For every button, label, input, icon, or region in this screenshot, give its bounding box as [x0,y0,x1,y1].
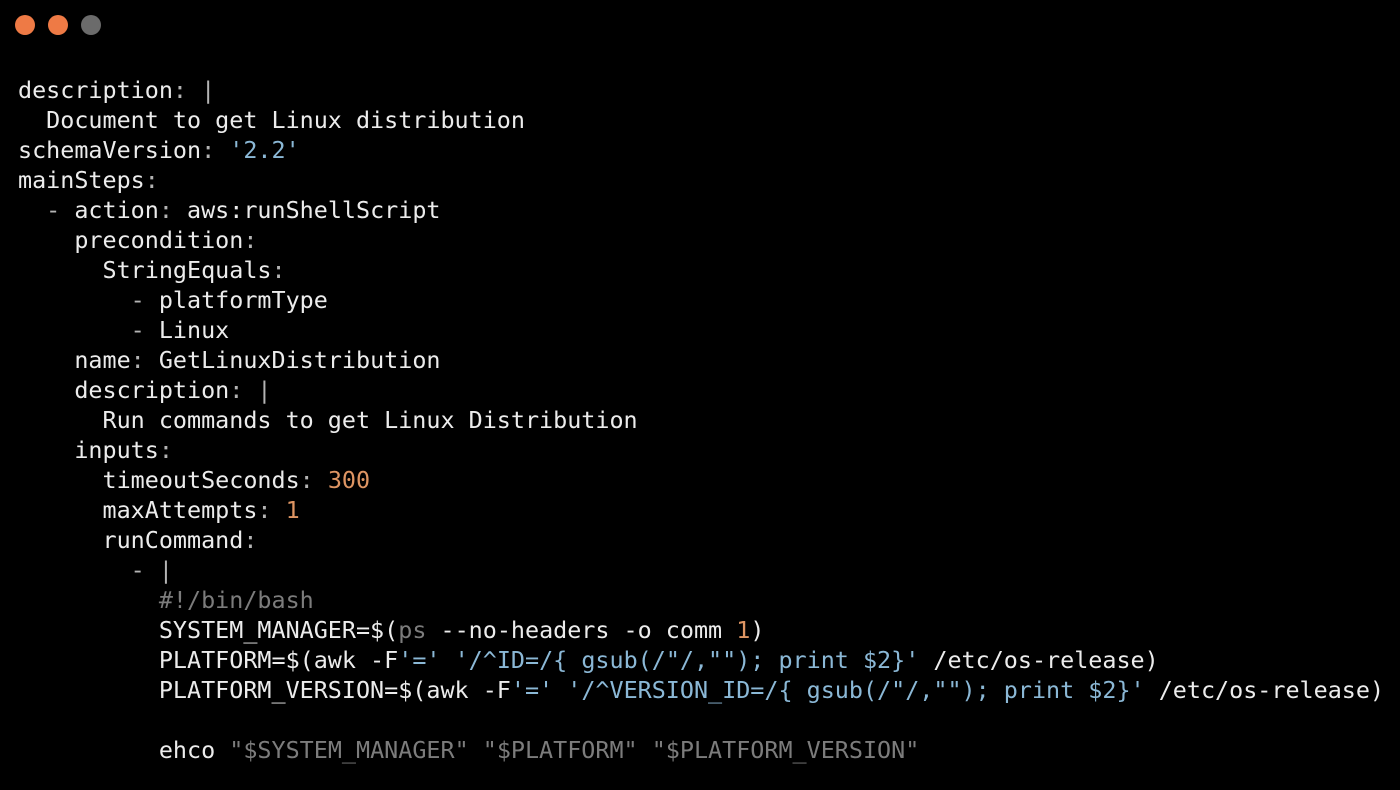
code-token: '2.2' [229,136,300,164]
code-token: '/^ID=/{ gsub(/"/,""); print $2}' [454,646,920,674]
code-token: mainSteps [18,166,145,194]
code-token: ehco [18,736,230,764]
code-token: schemaVersion [18,136,202,164]
code-token: ps [398,616,427,644]
minimize-button[interactable] [48,15,68,35]
close-button[interactable] [15,15,35,35]
code-token: SYSTEM_MANAGER=$( [18,616,399,644]
code-token: - [18,286,159,314]
title-bar [0,0,1400,50]
code-editor[interactable]: description: | Document to get Linux dis… [18,75,1384,765]
code-token: inputs [18,436,159,464]
code-token: description [18,76,173,104]
code-token: PLATFORM_VERSION=$(awk -F [18,676,511,704]
code-token: description [18,376,230,404]
code-token: Linux [158,316,230,344]
code-line: runCommand: [18,525,1384,555]
code-token: - | [18,556,173,584]
code-token: : [130,346,159,374]
code-token: timeoutSeconds [18,466,300,494]
code-token: /etc/os-release) [919,646,1159,674]
code-token: --no-headers -o comm [426,616,737,644]
code-token: #!/bin/bash [18,586,314,614]
code-token: ) [750,616,765,644]
code-token: action [74,196,159,224]
code-line: inputs: [18,435,1384,465]
code-token: '=' [510,676,554,704]
code-line: SYSTEM_MANAGER=$(ps --no-headers -o comm… [18,615,1384,645]
code-token: aws:runShellScript [187,196,441,224]
code-token: : [271,256,286,284]
code-line: ehco "$SYSTEM_MANAGER" "$PLATFORM" "$PLA… [18,735,1384,765]
code-token: 1 [285,496,300,524]
code-line: name: GetLinuxDistribution [18,345,1384,375]
code-line: #!/bin/bash [18,585,1384,615]
code-token: : | [229,376,272,404]
code-line: mainSteps: [18,165,1384,195]
code-token: : [243,526,258,554]
code-line: Run commands to get Linux Distribution [18,405,1384,435]
code-token: : [158,196,188,224]
code-token: : [299,466,328,494]
code-token: GetLinuxDistribution [158,346,441,374]
code-token: /etc/os-release) [1144,676,1385,704]
code-line: precondition: [18,225,1384,255]
code-line: - action: aws:runShellScript [18,195,1384,225]
code-line: schemaVersion: '2.2' [18,135,1384,165]
code-token: : [243,226,258,254]
code-token: : [201,136,230,164]
code-line: description: | [18,375,1384,405]
code-token: : [144,166,159,194]
code-token: 300 [327,466,371,494]
code-token: Document to get Linux distribution [18,106,525,134]
code-token: platformType [158,286,328,314]
code-token: - [18,196,75,224]
code-token: : | [172,76,216,104]
code-line: PLATFORM_VERSION=$(awk -F'=' '/^VERSION_… [18,675,1384,705]
code-line: PLATFORM=$(awk -F'=' '/^ID=/{ gsub(/"/,"… [18,645,1384,675]
code-token: 1 [736,616,751,644]
code-line: - Linux [18,315,1384,345]
maximize-button[interactable] [81,15,101,35]
code-token: runCommand [18,526,244,554]
code-line: description: | [18,75,1384,105]
code-line: timeoutSeconds: 300 [18,465,1384,495]
code-line: maxAttempts: 1 [18,495,1384,525]
terminal-window: description: | Document to get Linux dis… [0,0,1400,790]
code-line: - platformType [18,285,1384,315]
code-token: StringEquals [18,256,272,284]
code-token: "$SYSTEM_MANAGER" "$PLATFORM" "$PLATFORM… [229,736,920,764]
code-token: PLATFORM=$(awk -F [18,646,399,674]
code-token: : [158,436,173,464]
code-token: - [18,316,159,344]
code-token: : [257,496,286,524]
code-token: Run commands to get Linux Distribution [18,406,638,434]
code-token: precondition [18,226,244,254]
code-token: maxAttempts [18,496,258,524]
code-token: name [18,346,131,374]
code-line: - | [18,555,1384,585]
code-token: '/^VERSION_ID=/{ gsub(/"/,""); print $2}… [567,676,1145,704]
code-line: StringEquals: [18,255,1384,285]
code-line: Document to get Linux distribution [18,105,1384,135]
code-token: '=' [398,646,441,674]
